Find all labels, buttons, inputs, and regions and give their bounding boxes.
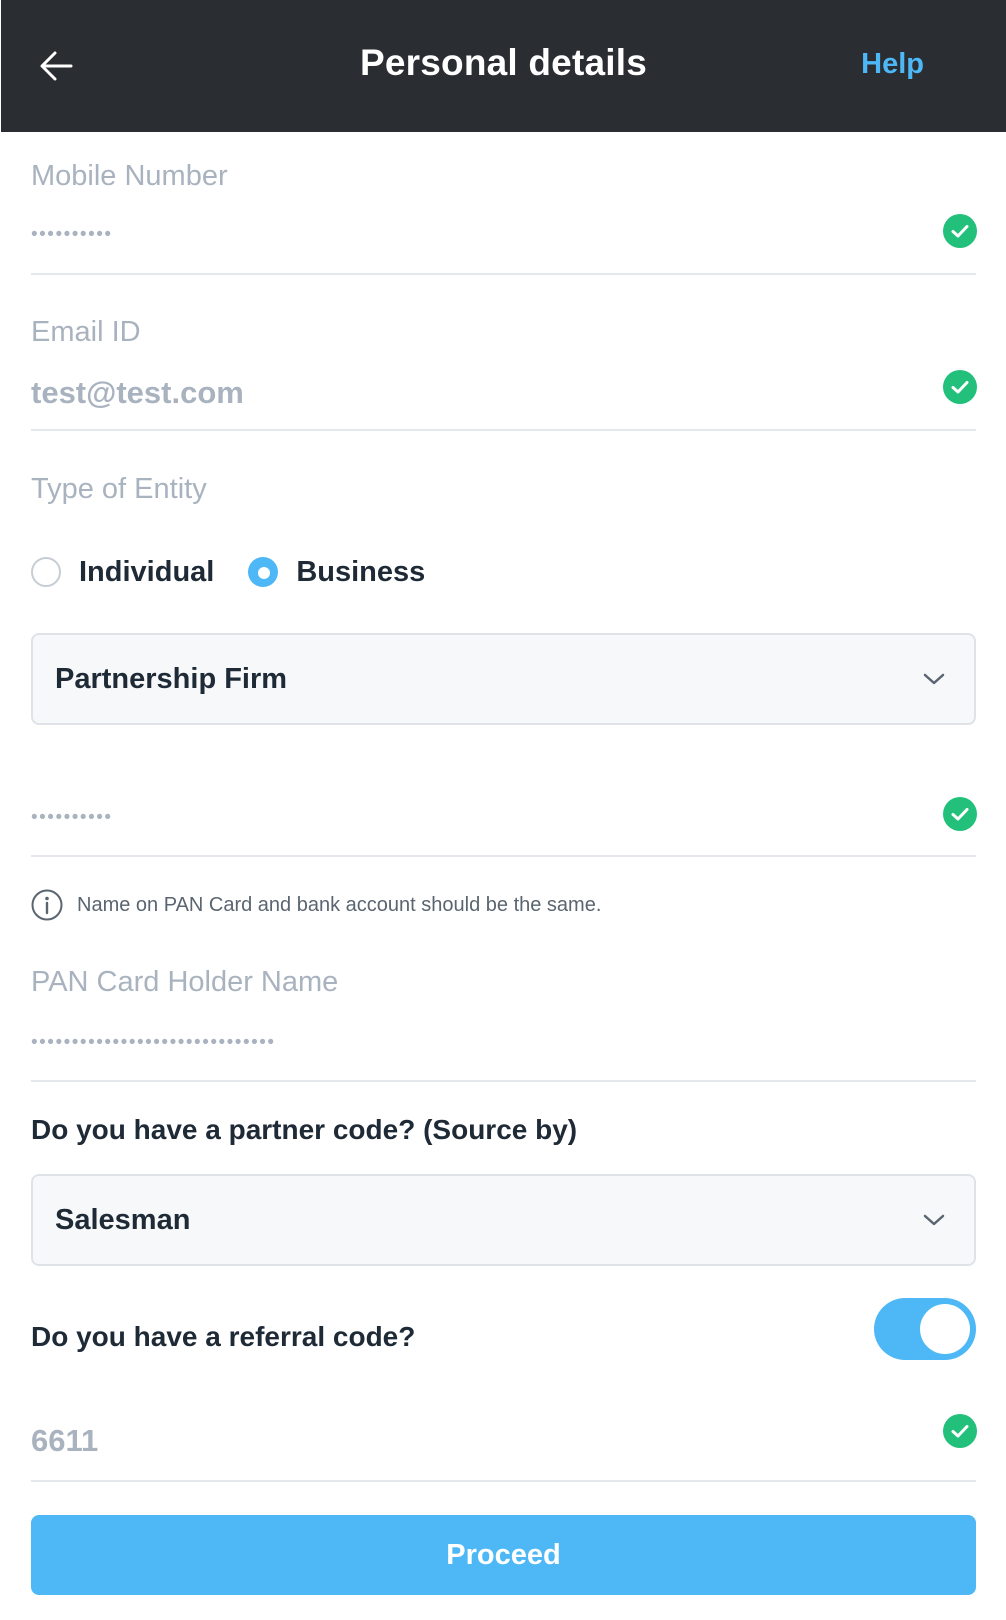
referral-code-toggle[interactable]: [874, 1298, 976, 1360]
info-icon: [31, 889, 63, 921]
business-type-select[interactable]: Partnership Firm: [31, 633, 976, 725]
partner-code-select[interactable]: Salesman: [31, 1174, 976, 1266]
radio-individual[interactable]: Individual: [31, 556, 214, 589]
pan-info-text: Name on PAN Card and bank account should…: [77, 893, 602, 916]
radio-business[interactable]: Business: [248, 556, 425, 589]
chevron-down-icon: [923, 1214, 945, 1226]
referral-code-value[interactable]: 6611: [31, 1423, 98, 1459]
partner-code-question: Do you have a partner code? (Source by): [31, 1114, 578, 1145]
referral-code-question: Do you have a referral code?: [31, 1321, 416, 1352]
email-divider: [31, 429, 976, 431]
help-link[interactable]: Help: [861, 48, 924, 81]
page-title: Personal details: [360, 42, 647, 83]
radio-individual-label: Individual: [79, 555, 215, 588]
pan-holder-divider: [31, 1080, 976, 1082]
mobile-number-divider: [31, 273, 976, 275]
pan-number-value[interactable]: ••••••••••: [31, 808, 113, 827]
radio-business-label: Business: [296, 555, 426, 588]
mobile-number-value[interactable]: ••••••••••: [31, 225, 113, 244]
radio-checked-icon: [248, 557, 279, 587]
pan-number-divider: [31, 855, 976, 857]
check-circle-icon: [943, 370, 977, 404]
toggle-knob: [920, 1304, 970, 1354]
proceed-button[interactable]: Proceed: [31, 1515, 976, 1595]
referral-code-divider: [31, 1480, 976, 1482]
business-type-value: Partnership Firm: [55, 663, 288, 695]
email-value[interactable]: test@test.com: [31, 375, 244, 411]
check-circle-icon: [943, 797, 977, 831]
chevron-down-icon: [923, 673, 945, 685]
check-circle-icon: [943, 1414, 977, 1448]
partner-code-value: Salesman: [55, 1204, 191, 1236]
pan-holder-value[interactable]: ••••••••••••••••••••••••••••••: [31, 1033, 276, 1052]
entity-type-radio-group: Individual Business: [31, 553, 459, 591]
radio-unchecked-icon: [31, 557, 61, 587]
entity-type-label: Type of Entity: [31, 473, 207, 505]
email-label: Email ID: [31, 316, 141, 348]
check-circle-icon: [943, 214, 977, 248]
mobile-number-label: Mobile Number: [31, 160, 228, 192]
pan-holder-label: PAN Card Holder Name: [31, 966, 339, 998]
top-app-bar: Personal details Help: [1, 0, 1006, 132]
pan-info-note: Name on PAN Card and bank account should…: [31, 889, 601, 921]
